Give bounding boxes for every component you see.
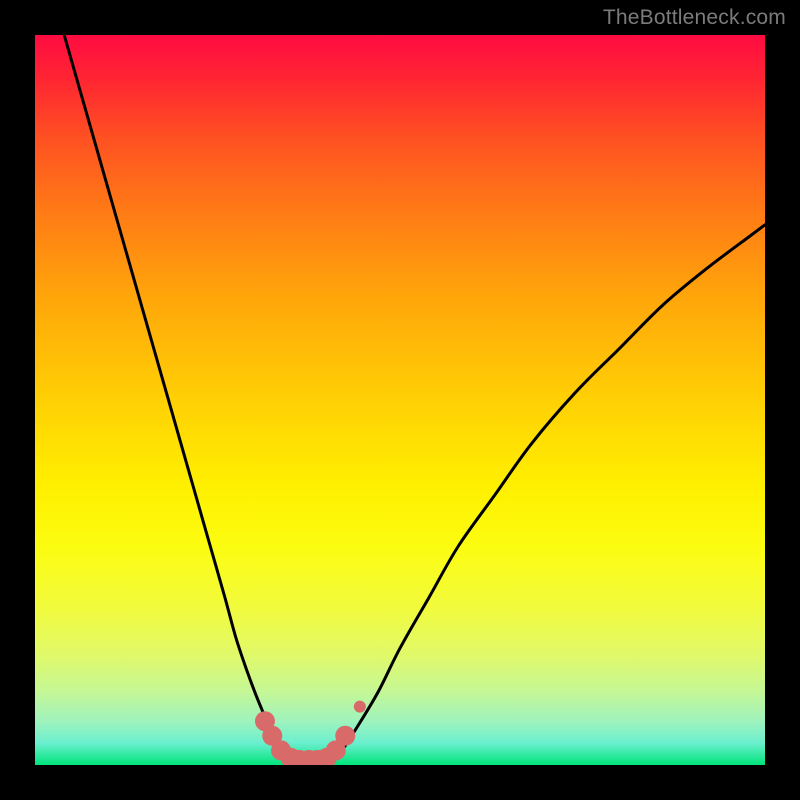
outer-frame: TheBottleneck.com xyxy=(0,0,800,800)
curve-right-branch xyxy=(327,225,765,762)
plot-gradient-area xyxy=(35,35,765,765)
curve-left-branch xyxy=(64,35,290,761)
bottom-marker-group xyxy=(255,701,366,765)
watermark-text: TheBottleneck.com xyxy=(603,6,786,30)
bottom-marker-dot xyxy=(335,726,355,746)
bottom-marker-dot xyxy=(354,701,366,713)
curve-svg xyxy=(35,35,765,765)
